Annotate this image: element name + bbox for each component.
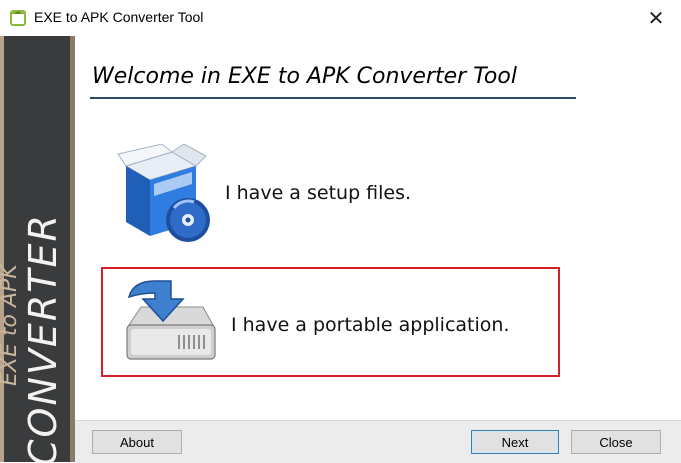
drive-download-icon bbox=[126, 280, 216, 360]
button-bar: About Next Close bbox=[75, 420, 681, 463]
page-title: Welcome in EXE to APK Converter Tool bbox=[92, 64, 517, 89]
option-portable-application[interactable]: I have a portable application. bbox=[101, 267, 560, 377]
software-box-icon bbox=[117, 144, 210, 242]
title-bar[interactable]: EXE to APK Converter Tool ✕ bbox=[0, 0, 681, 36]
close-window-icon[interactable]: ✕ bbox=[641, 3, 671, 33]
option-portable-label: I have a portable application. bbox=[231, 314, 510, 336]
sidebar-brand-line1: EXE to APK bbox=[0, 264, 22, 386]
app-window: EXE to APK Converter Tool ✕ EXE to APK C… bbox=[0, 0, 681, 463]
sidebar-brand-line2: CONVERTER bbox=[21, 213, 65, 462]
app-icon bbox=[10, 10, 26, 26]
about-button[interactable]: About bbox=[92, 430, 182, 454]
option-setup-files[interactable]: I have a setup files. bbox=[108, 142, 548, 248]
window-title: EXE to APK Converter Tool bbox=[34, 9, 204, 25]
title-underline bbox=[90, 97, 576, 99]
brand-sidebar: EXE to APK CONVERTER bbox=[0, 36, 75, 462]
next-button[interactable]: Next bbox=[471, 430, 559, 454]
option-setup-label: I have a setup files. bbox=[225, 182, 412, 204]
sidebar-edge bbox=[70, 36, 75, 462]
close-button[interactable]: Close bbox=[571, 430, 661, 454]
sidebar-brand-text: EXE to APK CONVERTER bbox=[0, 213, 65, 462]
